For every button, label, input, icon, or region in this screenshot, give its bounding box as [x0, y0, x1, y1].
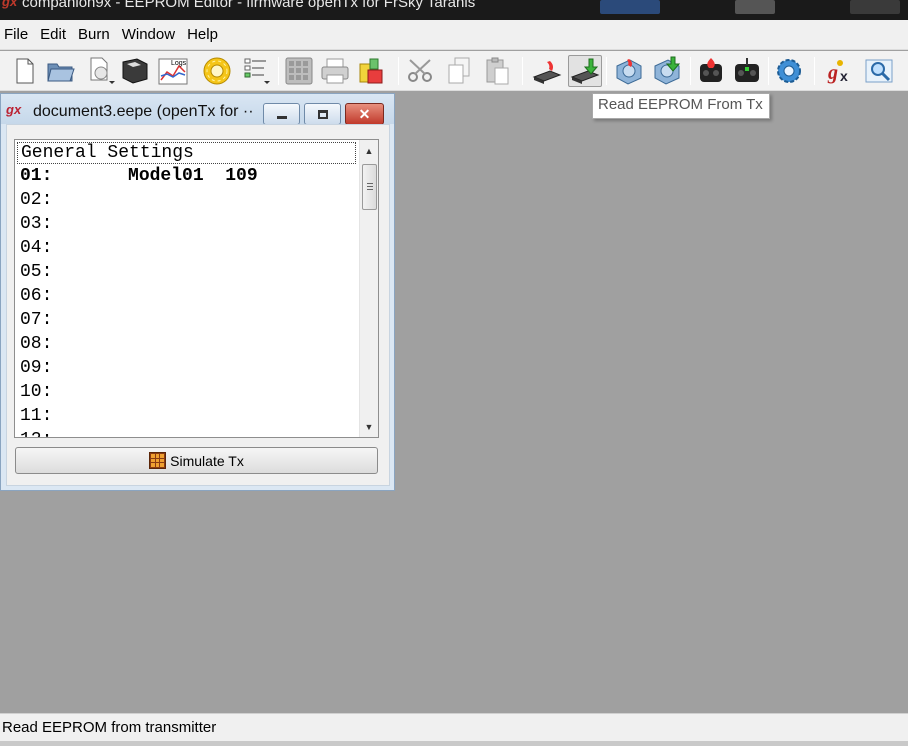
logs-button[interactable]: Logs	[156, 55, 190, 87]
paste-icon	[486, 57, 509, 85]
companion-gfx-icon: gx	[2, 0, 18, 9]
status-text: Read EEPROM from transmitter	[2, 719, 217, 736]
cut-button[interactable]	[404, 55, 438, 87]
status-bar: Read EEPROM from transmitter	[0, 713, 908, 746]
read-eeprom-tooltip: Read EEPROM From Tx	[592, 93, 770, 119]
copy-button[interactable]	[442, 55, 476, 87]
about-gfx-icon: gx	[827, 60, 848, 84]
open-file-button[interactable]	[44, 55, 78, 87]
preferences-gear-icon	[203, 57, 231, 85]
model-list-item[interactable]: 02:	[15, 188, 357, 212]
read-eeprom-from-tx-icon	[570, 58, 600, 84]
restore-icon	[317, 109, 328, 119]
model-list-item[interactable]: 01: Model01 109	[15, 164, 357, 188]
save-disk-icon	[122, 58, 148, 84]
simulate-tx-label: Simulate Tx	[170, 452, 244, 469]
model-list-item[interactable]: 05:	[15, 260, 357, 284]
general-settings-row[interactable]: General Settings	[17, 142, 356, 164]
calculator-button[interactable]	[282, 55, 316, 87]
menu-help[interactable]: Help	[183, 26, 226, 43]
taskbar-thumbnail	[600, 0, 660, 14]
document-title-bar[interactable]: gx document3.eepe (openTx for ·· ✕	[1, 94, 394, 125]
copy-icon	[448, 57, 470, 84]
print-icon	[321, 58, 349, 84]
paste-button[interactable]	[480, 55, 514, 87]
taskbar-thumbnail	[735, 0, 775, 14]
compare-button[interactable]	[862, 55, 896, 87]
write-flash-icon	[616, 59, 642, 85]
calculator-icon	[285, 57, 313, 85]
svg-text:g: g	[827, 62, 838, 84]
logs-graph-icon: Logs	[158, 58, 188, 85]
svg-text:x: x	[840, 68, 848, 84]
burn-backup-icon	[700, 58, 722, 82]
save-button[interactable]	[118, 55, 152, 87]
app-title-bar: gx companion9x - EEPROM Editor - firmwar…	[0, 0, 908, 20]
preferences-button[interactable]	[200, 55, 234, 87]
model-list-rows: General Settings 01: Model01 109 02: 03: 04:…	[15, 140, 357, 437]
menu-file[interactable]: File	[0, 26, 36, 43]
list-scrollbar[interactable]: ▲ ▼	[359, 140, 378, 437]
status-bar-edge	[0, 741, 908, 746]
simulate-radio-icon	[735, 58, 759, 82]
minimize-button[interactable]	[263, 103, 300, 125]
close-icon: ✕	[358, 105, 371, 122]
compare-magnifier-icon	[865, 59, 893, 83]
document-body: General Settings 01: Model01 109 02: 03: 04:…	[6, 124, 390, 486]
about-button[interactable]: gx	[824, 55, 858, 87]
document-title: document3.eepe (openTx for ··	[33, 103, 254, 120]
model-list-item[interactable]: 11:	[15, 404, 357, 428]
main-toolbar: Logs g x	[0, 51, 908, 91]
menu-bar: File Edit Burn Window Help	[0, 20, 908, 50]
model-list-item[interactable]: 06:	[15, 284, 357, 308]
close-button[interactable]: ✕	[345, 103, 384, 125]
new-file-icon	[16, 58, 34, 84]
read-flash-button[interactable]	[650, 55, 684, 87]
customize-splash-icon	[244, 58, 270, 84]
recent-files-icon	[90, 57, 115, 84]
write-eeprom-button[interactable]	[530, 55, 564, 87]
minimize-icon	[276, 115, 287, 119]
print-edit-button[interactable]	[354, 55, 388, 87]
document-window: gx document3.eepe (openTx for ·· ✕ Gener…	[0, 93, 395, 491]
menu-burn[interactable]: Burn	[74, 26, 118, 43]
settings-button[interactable]	[772, 55, 806, 87]
model-list-item[interactable]: 08:	[15, 332, 357, 356]
menu-window[interactable]: Window	[118, 26, 183, 43]
simulate-tx-icon	[149, 452, 167, 469]
recent-files-button[interactable]	[84, 55, 118, 87]
scroll-down-arrow-icon[interactable]: ▼	[360, 418, 378, 435]
model-list-item[interactable]: 10:	[15, 380, 357, 404]
settings-cog-icon	[777, 59, 801, 83]
simulate-tx-button[interactable]: Simulate Tx	[15, 447, 378, 474]
document-gfx-icon: gx	[6, 102, 22, 117]
scroll-up-arrow-icon[interactable]: ▲	[360, 142, 378, 159]
logs-label: Logs	[171, 60, 187, 67]
model-list[interactable]: General Settings 01: Model01 109 02: 03: 04:…	[14, 139, 379, 438]
model-list-item[interactable]: 07:	[15, 308, 357, 332]
app-title: companion9x - EEPROM Editor - firmware o…	[22, 0, 476, 11]
print-edit-icon	[359, 58, 383, 84]
cut-scissors-icon	[408, 59, 432, 82]
write-eeprom-to-tx-icon	[532, 61, 562, 84]
scroll-thumb[interactable]	[362, 164, 377, 210]
read-flash-icon	[654, 56, 681, 85]
taskbar-thumbnail	[850, 0, 900, 14]
write-flash-button[interactable]	[612, 55, 646, 87]
menu-edit[interactable]: Edit	[36, 26, 74, 43]
print-button[interactable]	[318, 55, 352, 87]
open-folder-icon	[47, 63, 75, 82]
new-file-button[interactable]	[8, 55, 42, 87]
read-eeprom-button[interactable]	[568, 55, 602, 87]
customize-splash-button[interactable]	[240, 55, 274, 87]
burn-backup-button[interactable]	[694, 55, 728, 87]
model-list-item[interactable]: 03:	[15, 212, 357, 236]
model-list-item[interactable]: 04:	[15, 236, 357, 260]
simulate-radio-button[interactable]	[730, 55, 764, 87]
restore-button[interactable]	[304, 103, 341, 125]
model-list-item[interactable]: 12:	[15, 428, 357, 437]
model-list-item[interactable]: 09:	[15, 356, 357, 380]
